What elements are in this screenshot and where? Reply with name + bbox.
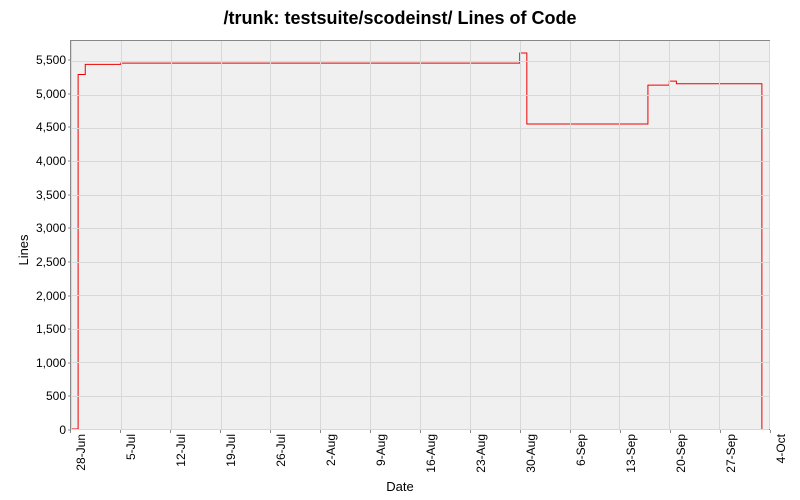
y-tick-label: 1,500 [6,322,66,336]
x-tick-mark [170,430,171,433]
y-tick-mark [68,161,71,162]
grid-line-vertical [71,41,72,429]
y-tick-mark [68,127,71,128]
grid-line-vertical [619,41,620,429]
y-tick-mark [68,228,71,229]
y-tick-mark [68,362,71,363]
x-tick-label: 4-Oct [774,434,788,463]
x-tick-label: 30-Aug [524,434,538,473]
grid-line-vertical [320,41,321,429]
x-tick-mark [770,430,771,433]
y-tick-mark [68,261,71,262]
x-tick-label: 16-Aug [424,434,438,473]
x-tick-mark [70,430,71,433]
y-tick-label: 1,000 [6,356,66,370]
y-tick-mark [68,329,71,330]
grid-line-vertical [470,41,471,429]
chart-title: /trunk: testsuite/scodeinst/ Lines of Co… [0,8,800,29]
grid-line-vertical [121,41,122,429]
x-tick-mark [620,430,621,433]
y-tick-label: 5,500 [6,53,66,67]
y-tick-label: 0 [6,423,66,437]
y-tick-label: 2,500 [6,255,66,269]
x-tick-mark [570,430,571,433]
x-tick-label: 6-Sep [574,434,588,466]
y-tick-mark [68,295,71,296]
x-tick-mark [420,430,421,433]
y-tick-mark [68,93,71,94]
grid-line-vertical [221,41,222,429]
x-tick-label: 19-Jul [224,434,238,467]
x-tick-label: 2-Aug [324,434,338,466]
y-tick-label: 4,500 [6,120,66,134]
grid-line-vertical [769,41,770,429]
x-tick-label: 27-Sep [724,434,738,473]
grid-line-vertical [570,41,571,429]
x-tick-mark [270,430,271,433]
grid-line-vertical [420,41,421,429]
y-tick-label: 3,000 [6,221,66,235]
y-tick-mark [68,396,71,397]
x-axis-label: Date [0,479,800,494]
x-tick-mark [370,430,371,433]
x-tick-mark [720,430,721,433]
plot-area [70,40,770,430]
y-tick-label: 3,500 [6,188,66,202]
grid-line-vertical [719,41,720,429]
x-tick-label: 23-Aug [474,434,488,473]
grid-line-vertical [669,41,670,429]
y-tick-mark [68,60,71,61]
x-tick-label: 12-Jul [174,434,188,467]
x-tick-label: 28-Jun [74,434,88,471]
x-tick-mark [470,430,471,433]
x-tick-label: 9-Aug [374,434,388,466]
y-tick-label: 5,000 [6,87,66,101]
x-tick-mark [120,430,121,433]
grid-line-vertical [370,41,371,429]
x-tick-mark [670,430,671,433]
grid-line-vertical [270,41,271,429]
x-tick-label: 20-Sep [674,434,688,473]
grid-line-vertical [171,41,172,429]
x-tick-mark [320,430,321,433]
grid-line-vertical [520,41,521,429]
x-tick-mark [220,430,221,433]
x-tick-label: 26-Jul [274,434,288,467]
y-tick-label: 2,000 [6,289,66,303]
x-tick-label: 13-Sep [624,434,638,473]
x-tick-mark [520,430,521,433]
y-tick-label: 4,000 [6,154,66,168]
x-tick-label: 5-Jul [124,434,138,460]
y-tick-label: 500 [6,389,66,403]
y-tick-mark [68,194,71,195]
